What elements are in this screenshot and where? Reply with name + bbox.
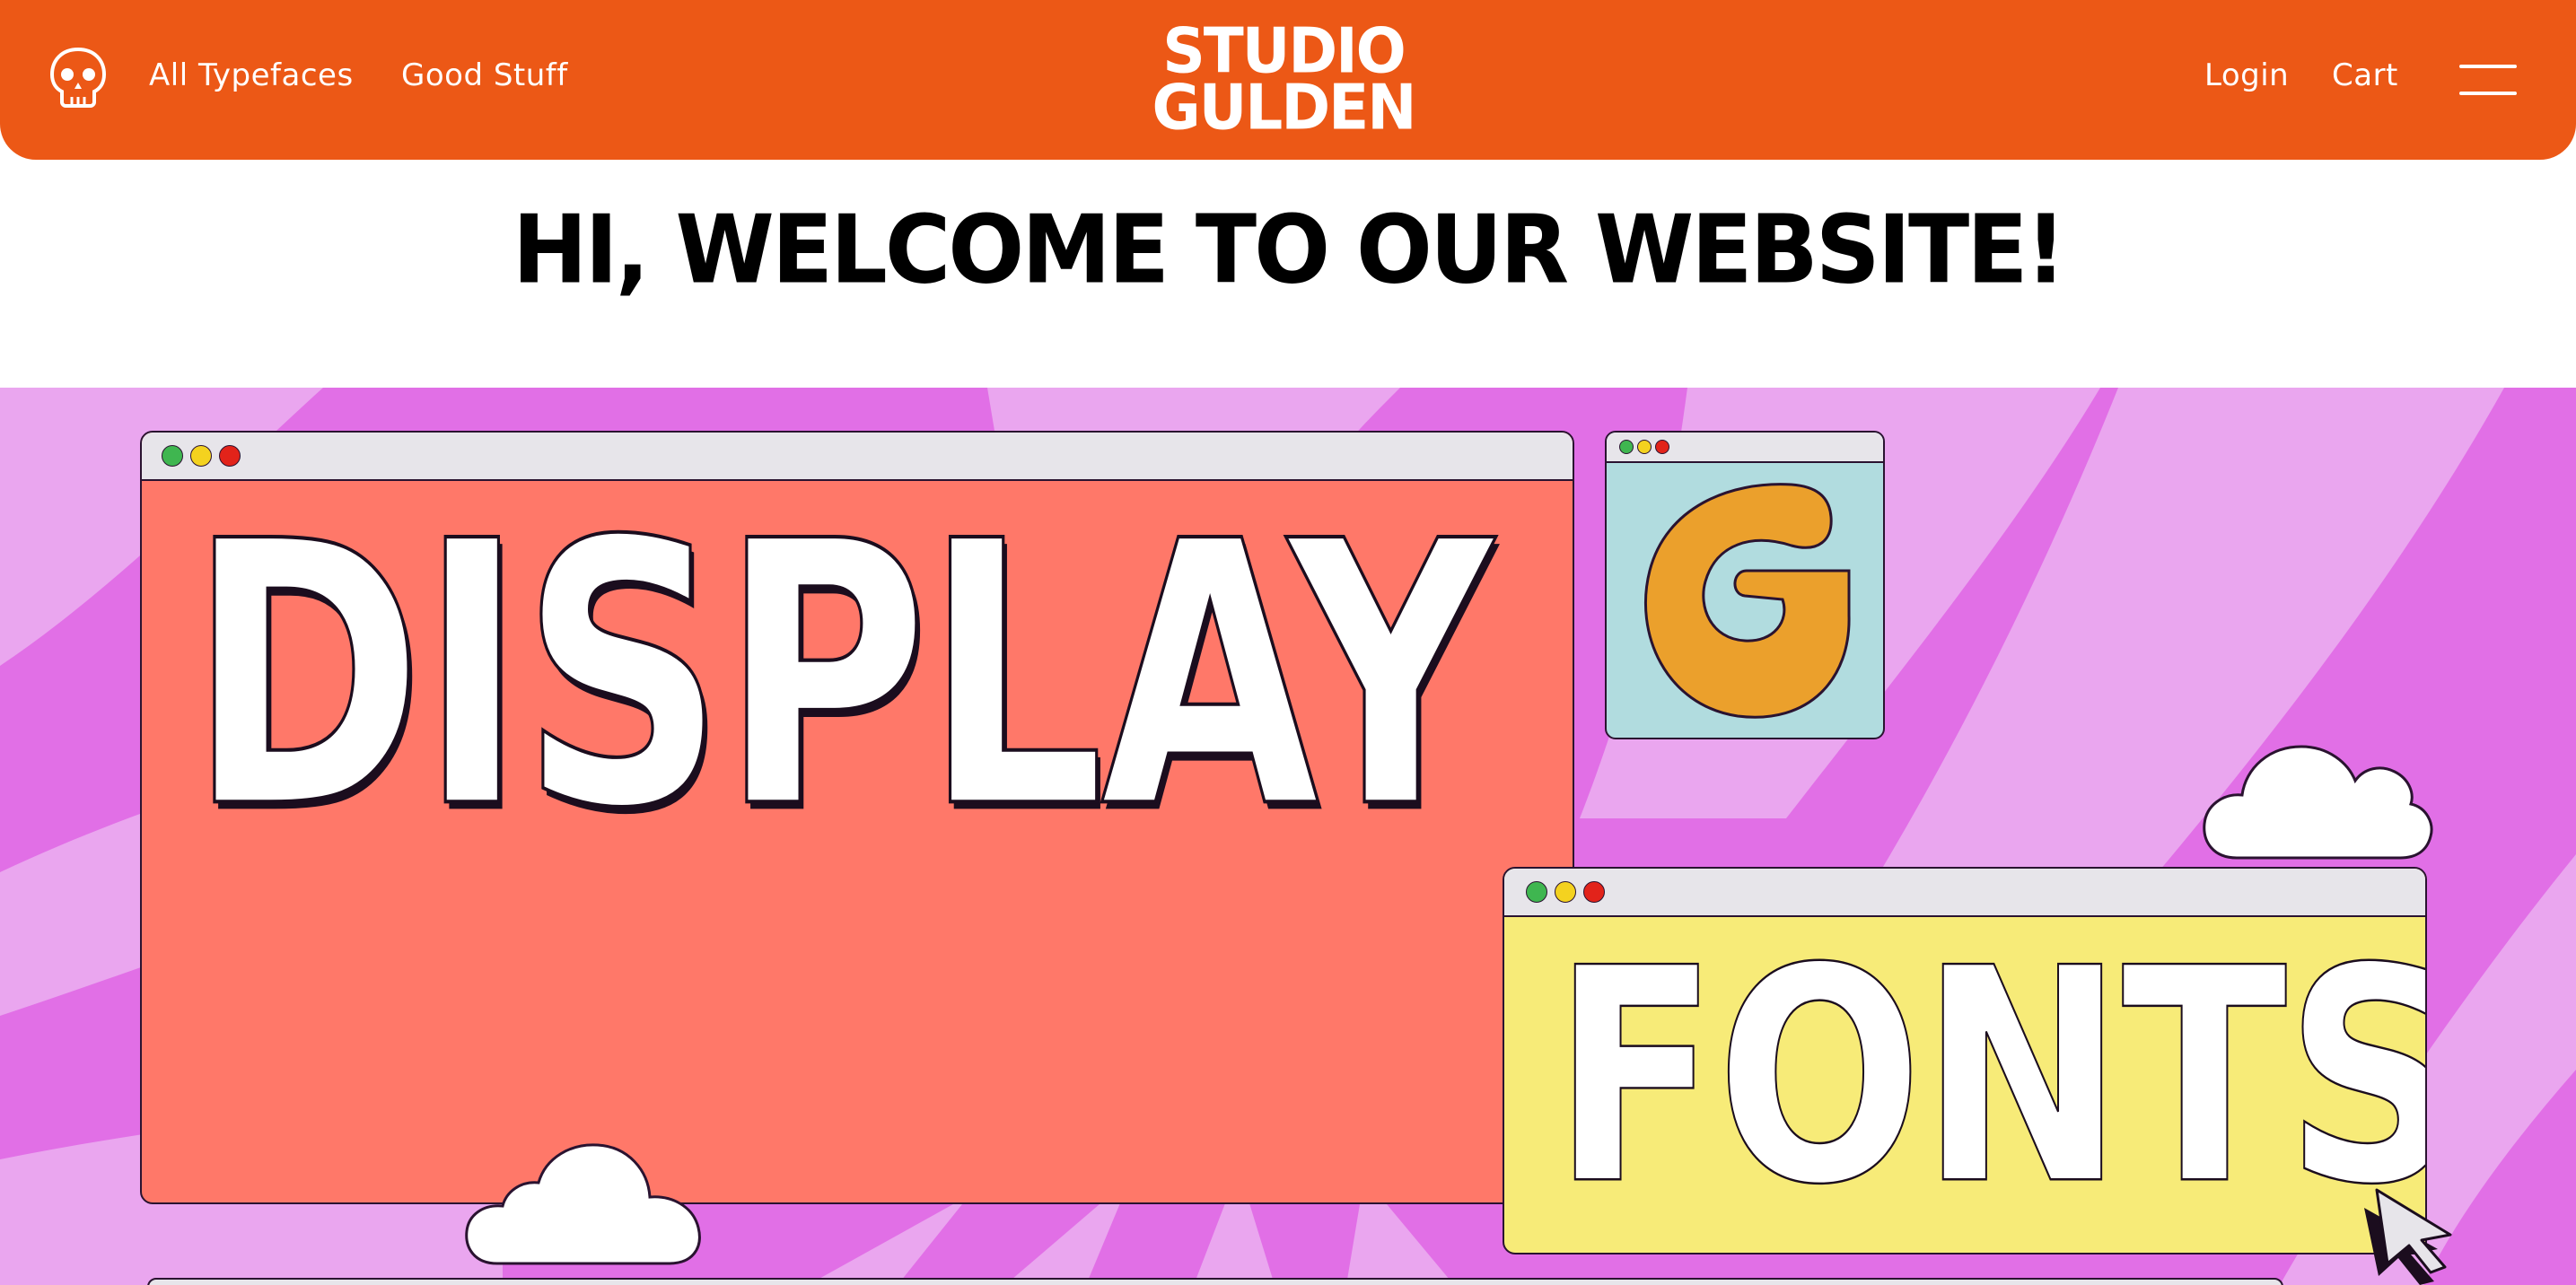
site-header: All Typefaces Good Stuff STUDIO GULDEN L… [0, 0, 2576, 160]
hero-illustration: DISPLAY FONTS [0, 388, 2576, 1285]
glyph-window [1605, 431, 1885, 739]
cloud-icon [2203, 745, 2433, 860]
bottom-window-edge [147, 1278, 2283, 1285]
fonts-word: FONTS [1552, 904, 2427, 1251]
mouse-cursor-icon [2364, 1188, 2452, 1285]
welcome-heading: HI, WELCOME TO OUR WEBSITE! [512, 195, 2066, 305]
nav-all-typefaces[interactable]: All Typefaces [149, 57, 354, 93]
window-dot-yellow[interactable] [1555, 881, 1576, 903]
display-window: DISPLAY [140, 431, 1574, 1204]
window-dot-red[interactable] [1583, 881, 1605, 903]
skull-icon[interactable] [48, 47, 108, 108]
cart-link[interactable]: Cart [2332, 57, 2398, 93]
window-dot-yellow[interactable] [190, 445, 212, 467]
glyph-window-titlebar [1607, 433, 1883, 463]
fonts-window: FONTS [1503, 867, 2427, 1254]
login-link[interactable]: Login [2204, 57, 2289, 93]
logo-line-2: GULDEN [1152, 71, 1417, 144]
window-dot-red[interactable] [1655, 440, 1669, 454]
window-dot-green[interactable] [1526, 881, 1547, 903]
window-dot-yellow[interactable] [1637, 440, 1652, 454]
window-dot-green[interactable] [1619, 440, 1634, 454]
hamburger-menu-icon[interactable] [2459, 65, 2517, 97]
display-word: DISPLAY [187, 463, 1494, 889]
nav-good-stuff[interactable]: Good Stuff [401, 57, 568, 93]
cloud-icon [465, 1143, 701, 1265]
window-dot-red[interactable] [219, 445, 241, 467]
g-glyph-icon [1644, 483, 1851, 719]
studio-gulden-logo[interactable]: STUDIO GULDEN [1149, 20, 1418, 144]
window-dot-green[interactable] [162, 445, 183, 467]
